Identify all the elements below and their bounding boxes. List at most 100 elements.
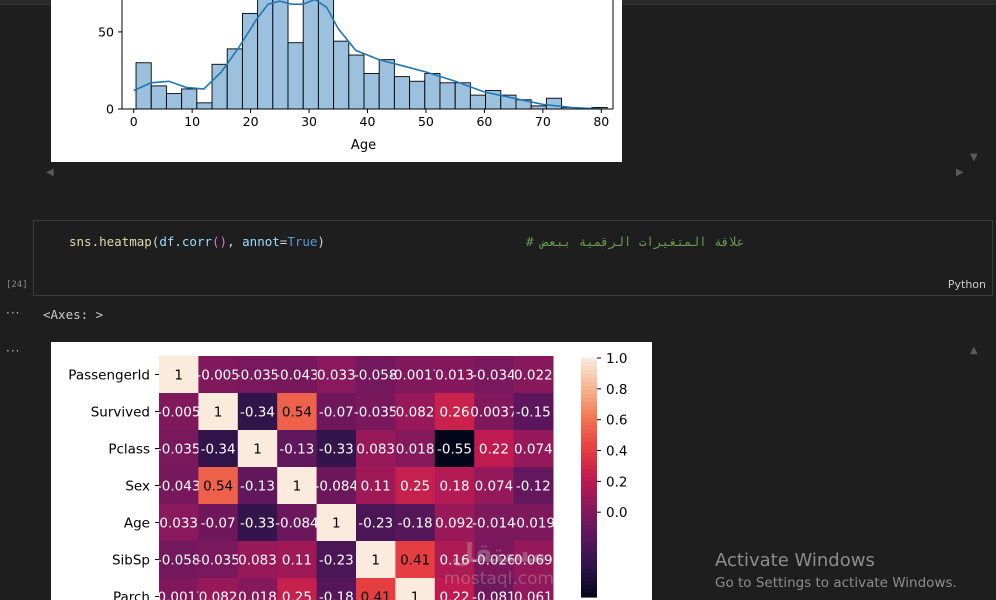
code-token-separator: , [227,234,243,249]
histogram-bar [241,12,259,110]
colorbar-segment [581,493,597,499]
heatmap-annotation: -0.07 [319,405,354,421]
histogram-bar [348,54,365,110]
heatmap-annotation: -0.058 [157,553,201,569]
colorbar-segment [581,501,597,506]
colorbar-tick-label: 0.4 [606,444,627,460]
heatmap-annotation: -0.0017 [389,368,441,384]
row-label: Parch [113,590,150,600]
heatmap-annotation: 0.0037 [470,405,517,421]
colorbar-segment [581,577,597,582]
heatmap-annotation: -0.55 [437,442,472,458]
output-menu-icon[interactable]: ··· [6,306,20,320]
heatmap-annotation: -0.18 [398,516,433,532]
histogram-bar [150,85,167,110]
colorbar-segment [581,405,597,411]
x-tick-label: 50 [418,114,434,129]
colorbar-segment [581,533,597,538]
heatmap-annotation: 0.074 [475,479,514,495]
heatmap-annotation: -0.026 [472,553,516,569]
colorbar-segment [581,569,597,574]
heatmap-annotation: -0.23 [319,553,354,569]
colorbar-tick-label: 0.8 [606,382,627,398]
colorbar-segment [581,505,597,510]
colorbar-segment [581,389,597,395]
colorbar-segment [581,425,597,431]
histogram-bar [272,0,289,110]
heatmap-annotation: -0.035 [354,405,398,421]
heatmap-annotation: 0.069 [514,553,553,569]
heatmap-annotation: 0.082 [396,405,435,421]
code-token-close-paren: ) [317,234,325,249]
heatmap-annotation: -0.18 [319,590,354,600]
heatmap-annotation: 1 [174,368,183,384]
histogram-bar [287,42,304,110]
colorbar-segment [581,373,597,379]
heatmap-annotation: 0.54 [203,479,233,495]
heatmap-annotation: -0.035 [196,553,240,569]
heatmap-annotation: 0.013 [435,368,474,384]
output-text: <Axes: > [43,307,104,322]
heatmap-annotation: -0.043 [275,368,319,384]
colorbar-segment [581,537,597,542]
heatmap-annotation: -0.34 [201,442,236,458]
histogram-bar [226,48,243,110]
heatmap-annotation: -0.035 [236,368,280,384]
colorbar-segment [581,517,597,522]
colorbar-segment [581,589,597,594]
colorbar-segment [581,401,597,407]
activate-windows-title: Activate Windows [715,550,875,571]
heatmap-annotation: 0.11 [361,479,391,495]
colorbar-segment [581,525,597,530]
heatmap-annotation: -0.15 [516,405,551,421]
scroll-right-arrow-icon[interactable]: ▶ [956,168,964,178]
correlation-heatmap-chart: 1 -0.005-0.035-0.0430.033-0.058-0.00170.0… [68,351,627,600]
heatmap-annotation: -0.005 [157,405,201,421]
colorbar-segment [581,358,597,363]
heatmap-annotation: 0.41 [361,590,391,600]
heatmap-annotation: 0.074 [514,442,553,458]
colorbar-segment [581,509,597,514]
histogram-bar [181,88,198,110]
row-label: SibSp [112,553,150,569]
row-label: PassengerId [68,368,150,384]
histogram-bar [165,93,183,110]
colorbar-segment [581,585,597,590]
code-comment: # علاقة المتغيرات الرقمية ببعض [526,234,745,249]
heatmap-annotation: -0.07 [201,516,236,532]
age-histogram-output: 0 10 20 30 40 50 60 70 80 0 50 Age [51,0,622,162]
heatmap-annotation: 1 [371,553,380,569]
colorbar-segment [581,445,597,451]
code-token-keyword: annot [242,234,280,249]
scroll-left-arrow-icon[interactable]: ◀ [46,168,54,178]
cell-language-label[interactable]: Python [948,278,986,291]
code-cell[interactable]: sns.heatmap(df.corr(), annot=True) # علا… [33,220,993,296]
colorbar-segment [581,457,597,463]
colorbar-segment [581,413,597,419]
code-line[interactable]: sns.heatmap(df.corr(), annot=True) [69,234,325,249]
heatmap-annotation: -0.0017 [153,590,205,600]
histogram-bar [393,76,411,110]
colorbar-segment [581,449,597,455]
heatmap-annotation: -0.13 [279,442,314,458]
scroll-up-arrow-icon[interactable]: ▲ [970,346,978,356]
activate-windows-subtitle: Go to Settings to activate Windows. [715,575,957,591]
colorbar-segment [581,465,597,471]
heatmap-annotation: 0.022 [514,368,553,384]
output-menu-icon-2[interactable]: ··· [6,344,20,358]
scroll-down-arrow-icon[interactable]: ▼ [970,153,978,163]
heatmap-annotation: -0.33 [240,516,275,532]
colorbar-tick-label: 0.2 [606,474,627,490]
colorbar-segment [581,453,597,459]
heatmap-annotation: -0.034 [472,368,516,384]
heatmap-annotation: -0.019 [512,516,556,532]
heatmap-annotation: 0.018 [238,590,277,600]
row-label: Survived [91,405,150,421]
heatmap-annotation: -0.12 [516,479,551,495]
colorbar-segment [581,553,597,558]
colorbar-segment [581,549,597,554]
heatmap-annotation: 1 [214,405,223,421]
colorbar-segment [581,421,597,427]
colorbar-segment [581,561,597,566]
colorbar-segment [581,545,597,550]
